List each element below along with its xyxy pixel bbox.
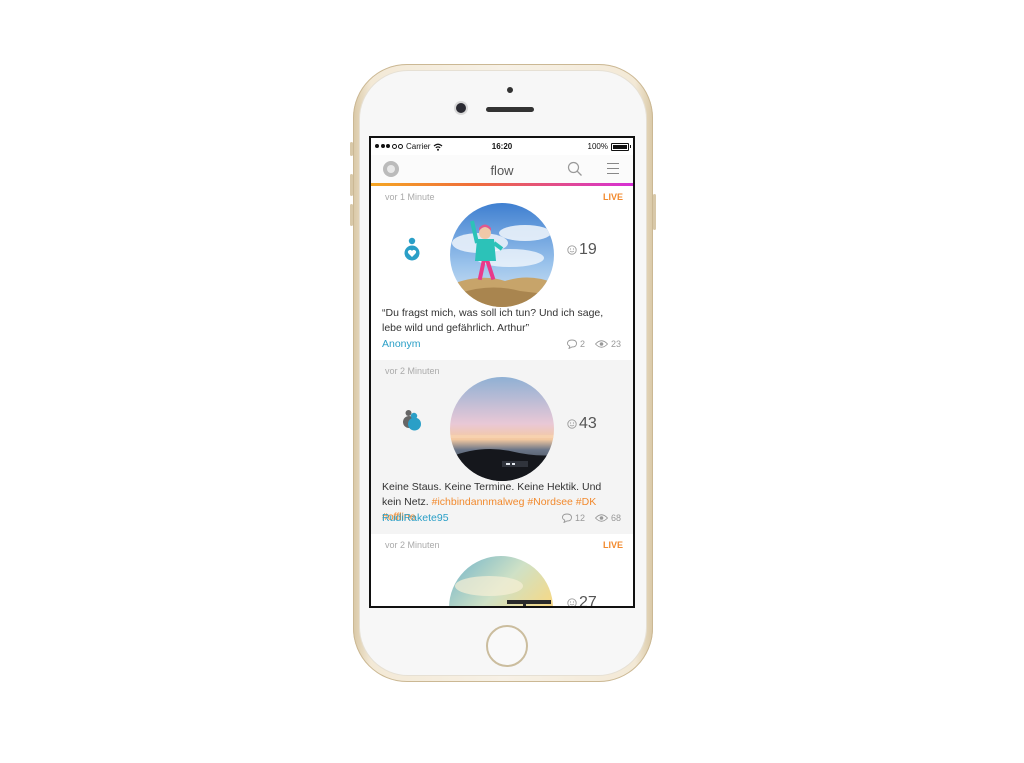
smiley-icon [567,598,577,606]
eye-icon [594,340,608,348]
comment-count: 2 [579,339,585,349]
post-author[interactable]: RudiRakete95 [382,512,449,524]
app-title: flow [490,163,514,178]
volume-down-button [350,204,353,226]
like-count: 27 [579,594,597,608]
eye-icon [594,514,608,522]
like-counter[interactable]: 19 [567,241,597,259]
like-count: 43 [579,415,597,432]
battery-indicator: 100% [587,142,631,151]
battery-icon [611,142,631,151]
post-feed[interactable]: vor 1 Minute LIVE 19 “Du fragst mich, wa… [371,186,633,608]
post-card[interactable]: vor 1 Minute LIVE 19 “Du fragst mich, wa… [371,186,633,360]
live-badge: LIVE [602,540,623,550]
mood-heart-avatar-icon [404,237,420,261]
post-text: “Du fragst mich, was soll ich tun? Und i… [382,307,604,334]
status-bar: Carrier 16:20 100% [371,138,633,155]
front-camera-icon [456,103,466,113]
view-count: 68 [610,513,621,523]
post-time: vor 2 Minuten [385,540,440,550]
view-stat: 23 [594,339,621,349]
post-card[interactable]: vor 2 Minuten 43 Keine Staus. Keine Term… [371,360,633,534]
proximity-sensor [507,87,513,93]
hamburger-menu-icon[interactable] [607,163,619,175]
post-photo[interactable] [449,556,553,608]
post-time: vor 2 Minuten [385,366,440,376]
post-stats: 12 68 [562,513,621,523]
home-button[interactable] [486,625,528,667]
nav-bar: flow [371,155,633,183]
like-counter[interactable]: 43 [567,415,597,433]
earpiece-speaker [486,107,534,112]
smiley-icon [567,419,577,429]
post-stats: 2 23 [567,339,621,349]
comment-bubble-icon [562,513,572,523]
post-time: vor 1 Minute [385,192,435,202]
post-photo[interactable] [450,377,554,481]
comment-bubble-icon [567,339,577,349]
like-count: 19 [579,241,597,258]
view-count: 23 [610,339,621,349]
comment-count: 12 [574,513,585,523]
view-stat: 68 [594,513,621,523]
app-screen: Carrier 16:20 100% flow vor 1 Minute LIV… [369,136,635,608]
smiley-icon [567,245,577,255]
volume-up-button [350,174,353,196]
power-button [653,194,656,230]
couple-avatar-icon [403,410,421,431]
post-author[interactable]: Anonym [382,338,421,350]
post-photo[interactable] [450,203,554,307]
live-badge: LIVE [602,192,623,202]
like-counter[interactable]: 27 [567,594,597,608]
battery-percent: 100% [587,142,608,151]
post-card[interactable]: vor 2 Minuten LIVE 27 [371,534,633,608]
mute-switch [350,142,353,156]
comment-stat[interactable]: 2 [567,339,585,349]
comment-stat[interactable]: 12 [562,513,585,523]
search-icon[interactable] [567,161,583,177]
